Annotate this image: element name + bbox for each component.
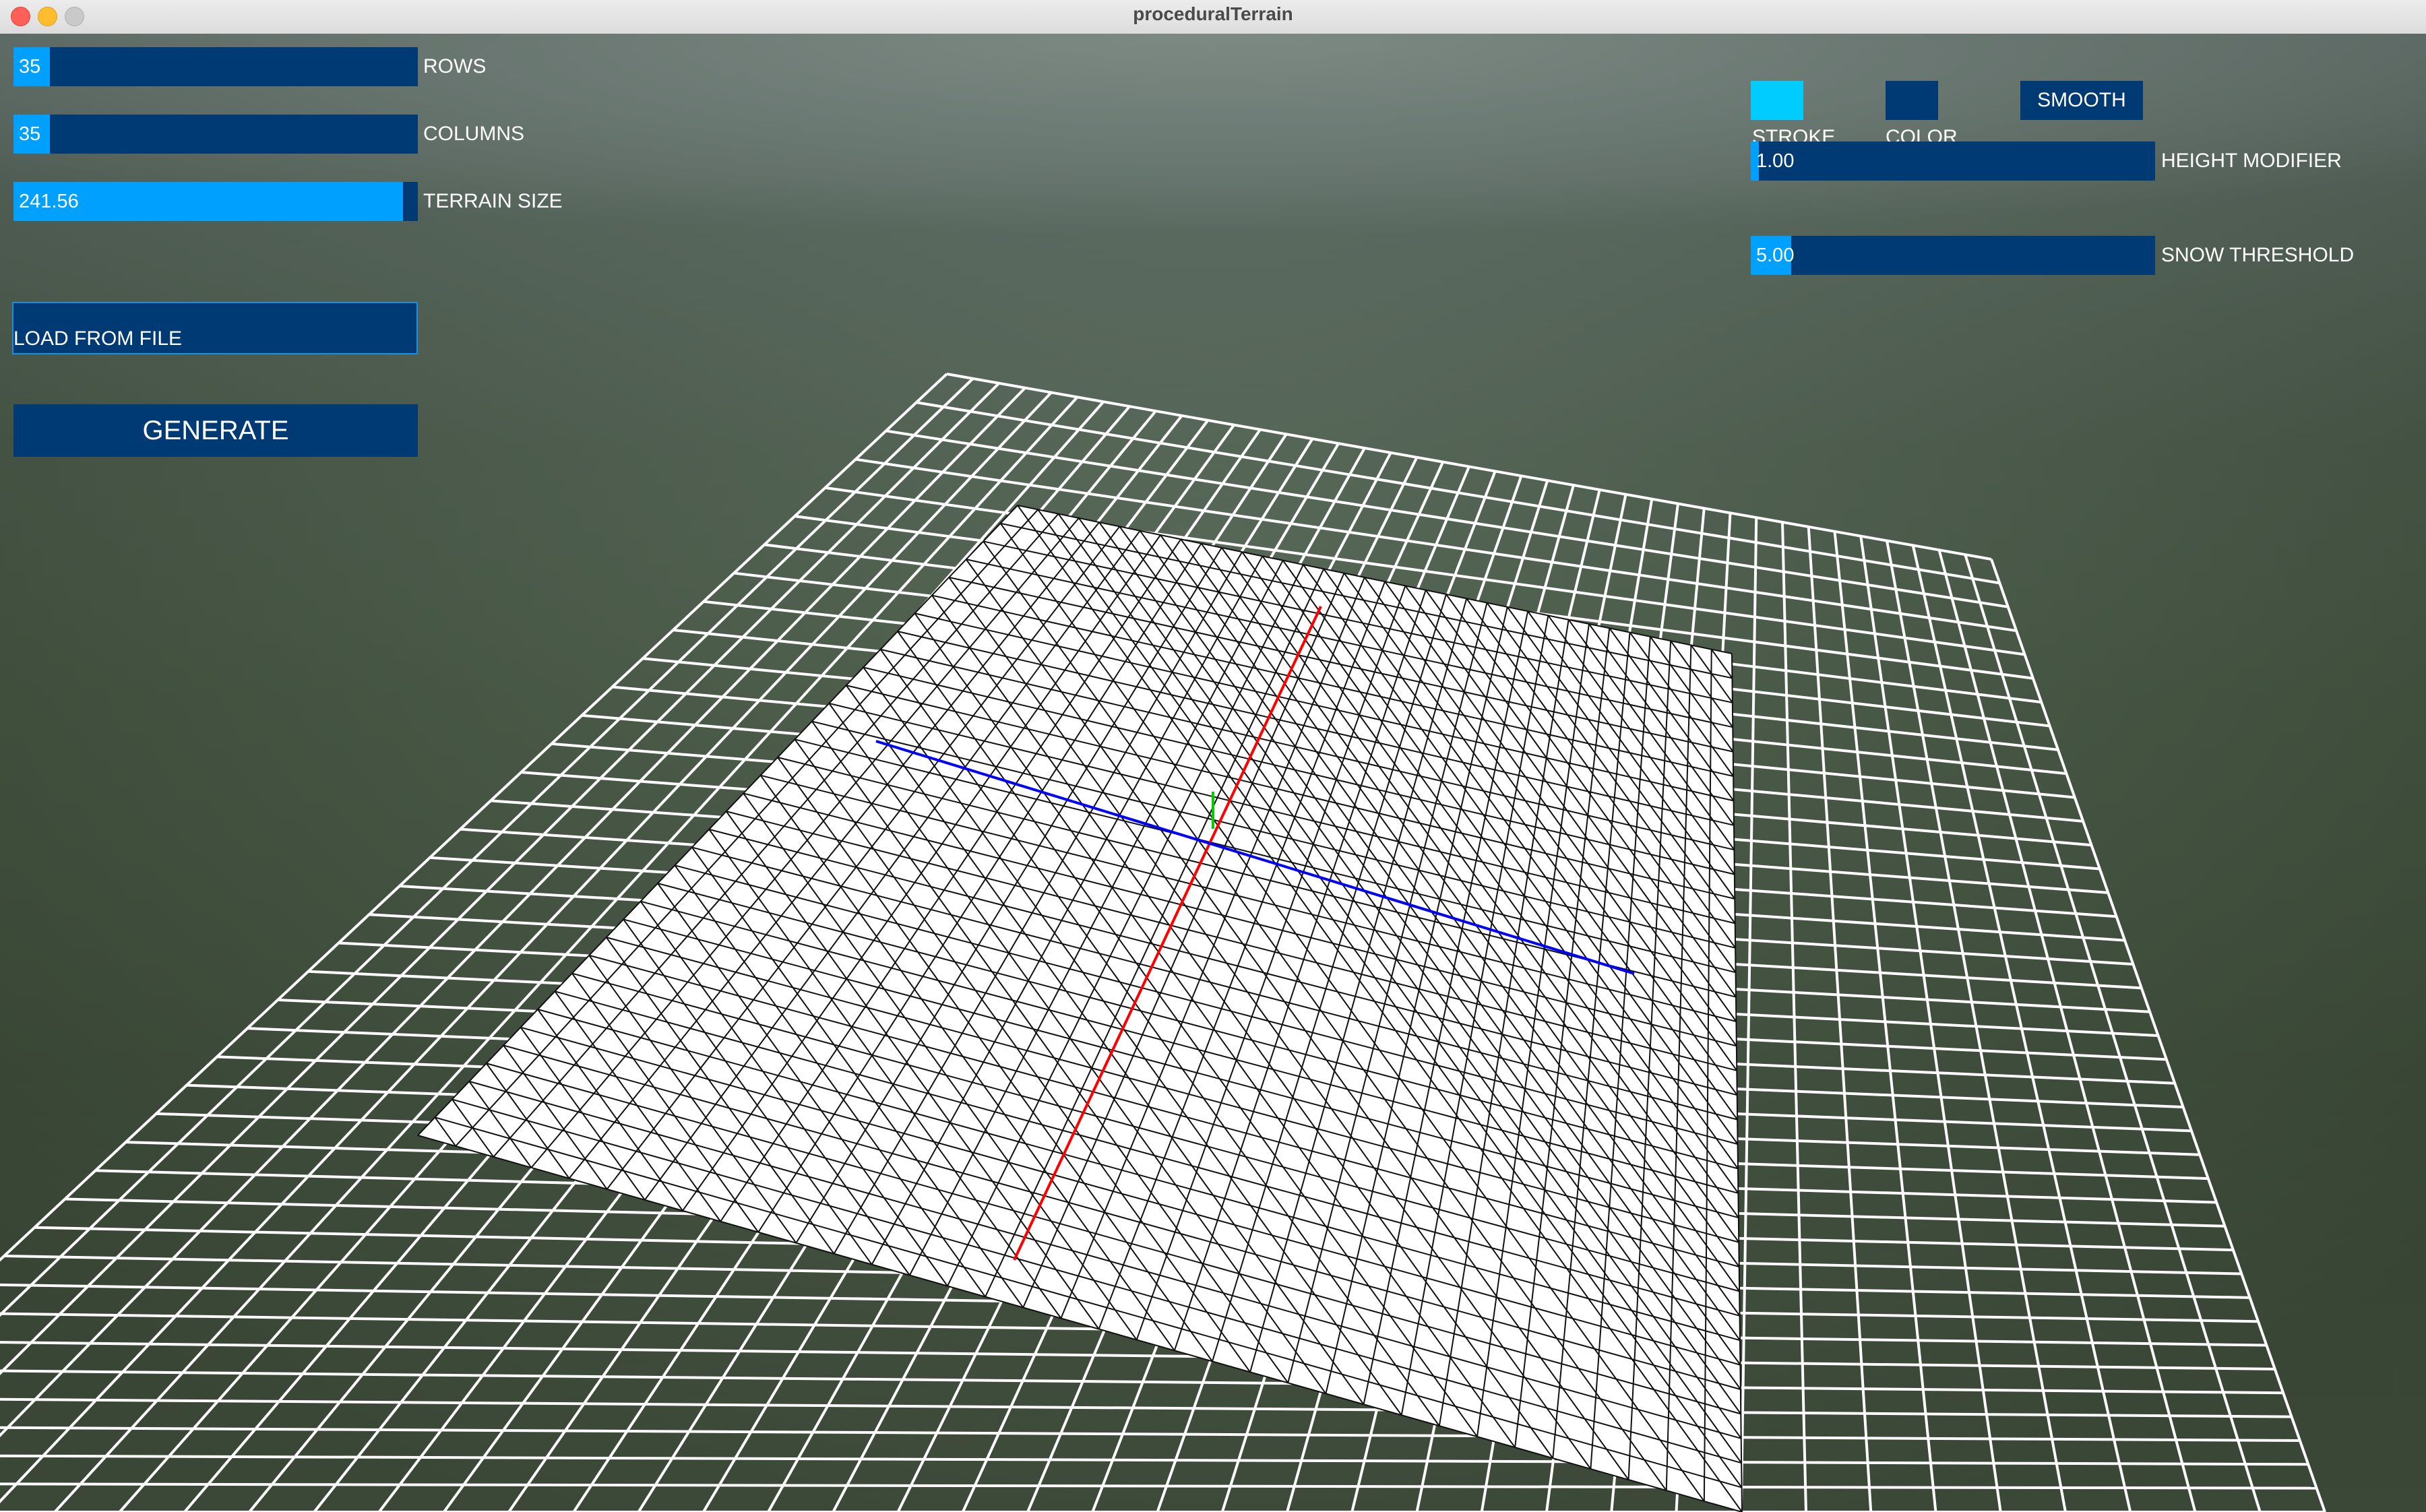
height-modifier-value: 1.00 [1756, 150, 1795, 172]
columns-slider[interactable]: 35 [13, 115, 418, 154]
snow-threshold-slider[interactable]: 5.00 [1751, 236, 2155, 275]
terrain-size-label: TERRAIN SIZE [423, 190, 563, 212]
rows-slider[interactable]: 35 [13, 47, 418, 86]
fill-color-swatch[interactable] [1886, 81, 1938, 120]
smooth-button[interactable]: SMOOTH [2020, 81, 2143, 120]
snow-threshold-value: 5.00 [1756, 245, 1795, 266]
terrain-size-slider[interactable]: 241.56 [13, 182, 418, 221]
columns-label: COLUMNS [423, 123, 525, 145]
generate-button[interactable]: GENERATE [13, 404, 418, 457]
height-modifier-label: HEIGHT MODIFIER [2161, 150, 2342, 172]
title-bar[interactable]: proceduralTerrain [0, 0, 2426, 34]
stroke-color-swatch[interactable] [1751, 81, 1803, 120]
columns-value: 35 [19, 123, 41, 145]
snow-threshold-label: SNOW THRESHOLD [2161, 244, 2355, 266]
app-window: proceduralTerrain 35 ROWS 35 COLUMNS 241… [0, 0, 2426, 1512]
height-modifier-slider[interactable]: 1.00 [1751, 141, 2155, 181]
terrain-size-slider-handle[interactable] [403, 182, 416, 221]
terrain-size-value: 241.56 [19, 191, 79, 212]
rows-value: 35 [19, 56, 41, 77]
rows-label: ROWS [423, 55, 487, 77]
window-title: proceduralTerrain [1133, 3, 1293, 24]
load-from-file-label: LOAD FROM FILE [13, 327, 183, 350]
terrain-viewport[interactable]: 35 ROWS 35 COLUMNS 241.56 TERRAIN SIZE L… [0, 34, 2426, 1512]
